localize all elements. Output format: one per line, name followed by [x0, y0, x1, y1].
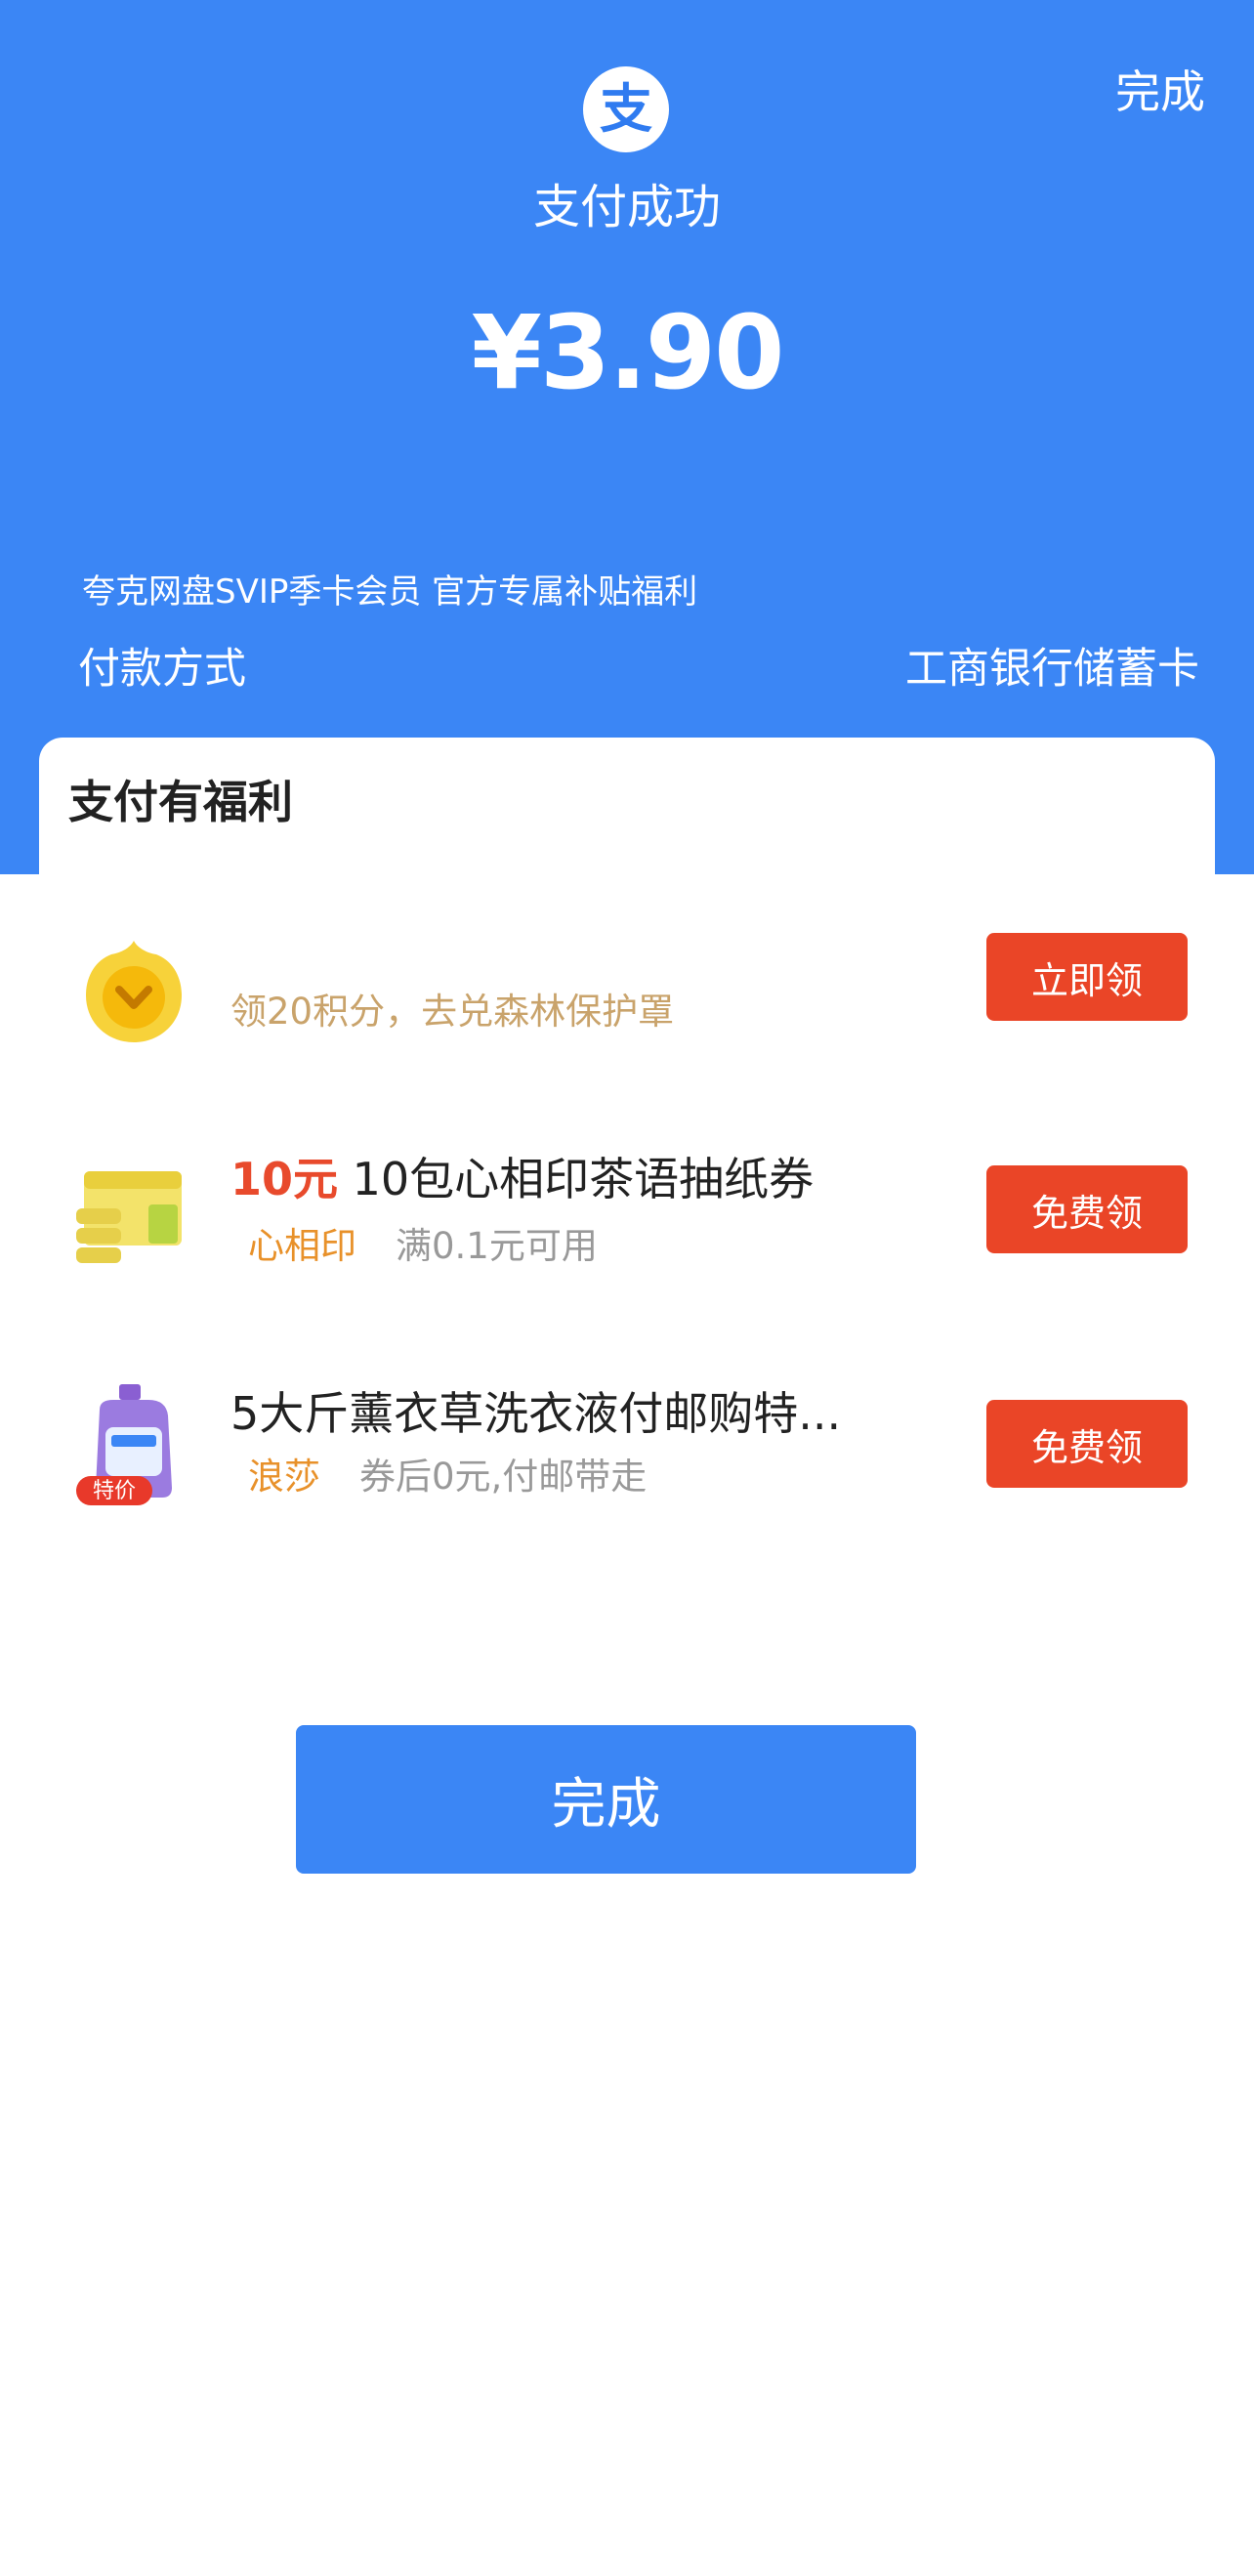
- benefit-row[interactable]: 领20积分，去兑森林保护罩 立即领: [0, 894, 1254, 1060]
- payment-method-label: 付款方式: [78, 645, 246, 694]
- done-button[interactable]: 完成: [296, 1725, 916, 1874]
- alipay-logo-icon: 支: [583, 66, 669, 152]
- top-done-button[interactable]: 完成: [1115, 57, 1205, 121]
- coupon-title: 10包心相印茶语抽纸券: [352, 1153, 815, 1205]
- laundry-detergent-image: 特价: [76, 1384, 172, 1505]
- logo-char: 支: [600, 78, 652, 140]
- benefit-title: 10元 10包心相印茶语抽纸券: [230, 1144, 814, 1208]
- order-description: 夸克网盘SVIP季卡会员 官方专属补贴福利: [82, 572, 698, 612]
- coupon-condition: 满0.1元可用: [396, 1225, 598, 1267]
- payment-method-value: 工商银行储蓄卡: [905, 645, 1199, 694]
- free-claim-button[interactable]: 免费领: [986, 1400, 1188, 1488]
- benefits-title: 支付有福利: [68, 776, 293, 828]
- claim-now-button[interactable]: 立即领: [986, 933, 1188, 1021]
- payment-amount: ¥3.90: [471, 293, 785, 412]
- benefit-title: 5大斤薰衣草洗衣液付邮购特...: [230, 1387, 842, 1440]
- payment-status: 支付成功: [532, 180, 721, 234]
- benefit-subtitle-line: 心相印 满0.1元可用: [230, 1216, 598, 1269]
- brand-label: 浪莎: [248, 1456, 320, 1498]
- benefit-subtitle: 领20积分，去兑森林保护罩: [230, 991, 675, 1033]
- special-price-badge: 特价: [93, 1479, 136, 1503]
- coupon-price: 10元: [230, 1153, 339, 1205]
- brand-label: 心相印: [248, 1225, 356, 1267]
- offer-condition: 券后0元,付邮带走: [359, 1456, 648, 1498]
- tissue-pack-image: [76, 1171, 182, 1263]
- benefit-row[interactable]: 特价 5大斤薰衣草洗衣液付邮购特... 浪莎 券后0元,付邮带走 免费领: [0, 1363, 1254, 1529]
- gold-coin-icon: [86, 941, 182, 1042]
- benefit-subtitle-line: 浪莎 券后0元,付邮带走: [230, 1447, 647, 1499]
- benefit-row[interactable]: 10元 10包心相印茶语抽纸券 心相印 满0.1元可用 免费领: [0, 1128, 1254, 1294]
- free-claim-button[interactable]: 免费领: [986, 1165, 1188, 1253]
